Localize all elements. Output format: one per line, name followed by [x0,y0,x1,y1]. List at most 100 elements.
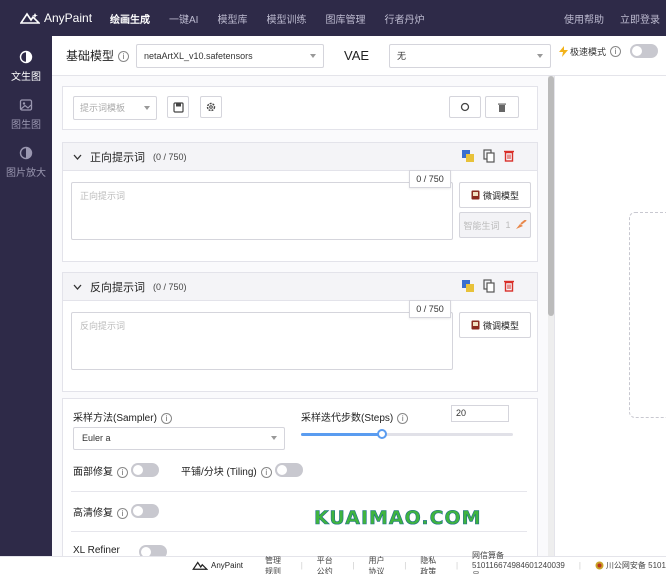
copy-icon[interactable] [483,279,495,293]
sampler-select[interactable]: Euler a [73,427,285,450]
tiling-label: 平铺/分块 (Tiling) i [181,463,272,478]
chevron-down-icon [144,106,150,110]
vae-label: VAE [344,48,370,63]
smart-prompt-button[interactable]: 智能生词 1 [459,212,531,238]
watermark-text-svg: KUAIMAO.COM [314,507,481,530]
anypaint-logo-icon [20,12,40,24]
negative-finetune-button[interactable]: 微调模型 [459,312,531,338]
footer: AnyPaint 管理规则 | 平台公约 | 用户协议 | 隐私政策 | 网信算… [0,551,666,574]
gear-icon [206,102,216,112]
slider-fill [301,433,382,436]
fast-mode: 极速模式 i [558,44,658,58]
negative-char-counter: 0 / 750 [409,300,451,318]
refiner-label: XL Refiner [73,545,120,556]
login-link[interactable]: 立即登录 [620,11,660,26]
sidebar-label: 图片放大 [6,168,46,179]
footer-brand-name: AnyPaint [211,561,244,570]
negative-prompt-count: (0 / 750) [153,281,187,292]
footer-police[interactable]: 川公网安备 5101 [595,560,666,571]
result-preview-pane [554,76,666,556]
positive-prompt-count: (0 / 750) [153,151,187,162]
upscale-icon [19,146,33,160]
brush-icon [515,220,527,229]
positive-prompt-card: 正向提示词 (0 / 750) 正向提示词 0 / 750 微调模型 智能生词 … [62,142,538,262]
help-icon[interactable]: i [397,412,409,424]
negative-prompt-header[interactable]: 反向提示词 (0 / 750) [63,273,537,301]
positive-finetune-button[interactable]: 微调模型 [459,182,531,208]
prompt-toolbar: 提示词模板 [62,86,538,130]
footer-link-convention[interactable]: 平台公约 [317,555,339,574]
help-icon[interactable]: i [260,466,272,478]
chevron-down-icon [310,54,316,58]
help-icon[interactable]: i [117,507,128,519]
nav-item-one-click-ai[interactable]: 一键AI [169,11,198,26]
prompt-template-placeholder: 提示词模板 [80,103,126,113]
help-icon[interactable]: i [118,51,130,63]
base-model-label: 基础模型 i [66,47,130,64]
sidebar-label: 文生图 [11,72,41,83]
slider-thumb[interactable] [376,429,387,439]
reset-button[interactable] [449,96,481,118]
lightning-icon [558,45,568,57]
steps-slider[interactable] [301,429,513,439]
chevron-down-icon [537,54,543,58]
footer-link-rules[interactable]: 管理规则 [265,555,287,574]
tiling-toggle[interactable] [275,463,303,477]
base-model-value: netaArtXL_v10.safetensors [144,51,253,61]
save-template-button[interactable] [167,96,189,118]
translate-icon[interactable] [461,149,475,163]
left-sidebar: 文生图 图生图 图片放大 [0,36,52,556]
sidebar-item-upscale[interactable]: 图片放大 [0,132,52,180]
brand-logo[interactable]: AnyPaint [0,11,110,25]
negative-prompt-input[interactable]: 反向提示词 [71,312,453,370]
vae-select[interactable]: 无 [389,44,551,68]
prompt-template-select[interactable]: 提示词模板 [73,96,157,120]
model-selector-row: 基础模型 i netaArtXL_v10.safetensors VAE 无 极速… [52,36,666,76]
help-link[interactable]: 使用帮助 [564,11,604,26]
negative-prompt-card: 反向提示词 (0 / 750) 反向提示词 0 / 750 微调模型 [62,272,538,392]
chevron-down-icon[interactable] [73,154,82,160]
help-icon[interactable]: i [160,412,172,424]
copy-icon[interactable] [483,149,495,163]
nav-item-model-training[interactable]: 模型训练 [266,11,306,26]
nav-item-generate[interactable]: 绘画生成 [110,11,150,26]
settings-button[interactable] [200,96,222,118]
positive-prompt-input[interactable]: 正向提示词 [71,182,453,240]
smart-prompt-label: 智能生词 [463,220,500,231]
delete-icon[interactable] [503,149,515,163]
fast-mode-toggle[interactable] [630,44,658,58]
sidebar-item-text-to-image[interactable]: 文生图 [0,36,52,84]
steps-label: 采样迭代步数(Steps) i [301,409,409,424]
trash-icon [498,103,506,112]
nav-item-furnace[interactable]: 行者丹炉 [384,11,424,26]
sidebar-item-image-to-image[interactable]: 图生图 [0,84,52,132]
generation-settings-panel: 提示词模板 正向提示词 (0 / 750) 正向提示词 0 / 750 微调模型… [52,76,548,556]
face-restore-toggle[interactable] [131,463,159,477]
image-placeholder [629,212,666,418]
divider [71,491,527,492]
steps-input[interactable]: 20 [451,405,509,422]
help-icon[interactable]: i [117,466,128,478]
help-icon[interactable]: i [610,45,621,57]
delete-icon[interactable] [503,279,515,293]
positive-prompt-header[interactable]: 正向提示词 (0 / 750) [63,143,537,171]
footer-icp[interactable]: 网信算备 510116674984601240039号 [472,550,565,574]
chevron-down-icon[interactable] [73,284,82,290]
smart-prompt-badge: 1 [505,220,511,230]
sidebar-label: 图生图 [11,120,41,131]
anypaint-logo-icon [192,561,208,570]
footer-brand[interactable]: AnyPaint [192,561,243,570]
fast-mode-label: 极速模式 [569,46,606,57]
hires-toggle[interactable] [131,504,159,518]
face-restore-label: 面部修复 i [73,463,128,478]
clear-button[interactable] [485,96,519,118]
refiner-toggle[interactable] [139,545,167,556]
base-model-select[interactable]: netaArtXL_v10.safetensors [136,44,324,68]
brand-name: AnyPaint [44,11,93,25]
translate-icon[interactable] [461,279,475,293]
footer-link-agreement[interactable]: 用户协议 [369,555,391,574]
model-icon [471,190,480,200]
footer-link-privacy[interactable]: 隐私政策 [420,555,442,574]
nav-item-model-library[interactable]: 模型库 [217,11,247,26]
nav-item-gallery[interactable]: 图库管理 [325,11,365,26]
